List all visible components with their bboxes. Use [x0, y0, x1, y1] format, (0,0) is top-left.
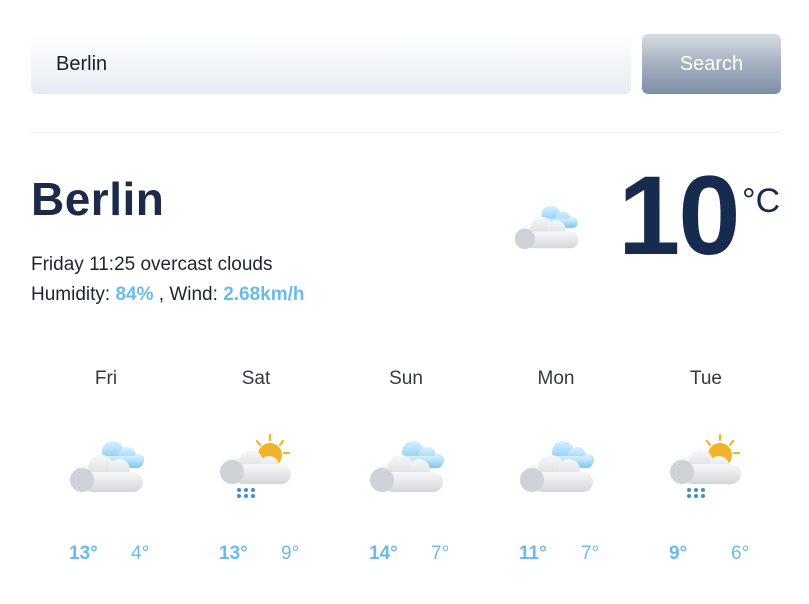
forecast-day-tue: Tue 9° 6° — [631, 366, 781, 586]
forecast-low: 6° — [731, 543, 750, 564]
current-day-time: Friday 11:25 — [31, 254, 136, 275]
forecast-day-mon: Mon 11° 7° — [481, 366, 631, 586]
sun-cloud-rain-icon — [220, 434, 291, 498]
temperature-unit: °C — [742, 182, 781, 220]
search-bar: Search — [31, 34, 781, 94]
forecast-high: 13° — [69, 543, 98, 564]
city-name: Berlin — [31, 173, 165, 225]
forecast-day-label: Fri — [94, 368, 118, 389]
humidity-label: Humidity: — [31, 284, 111, 305]
forecast-high: 13° — [219, 543, 248, 564]
clouds-icon — [520, 441, 594, 492]
forecast-high: 11° — [519, 543, 547, 564]
current-stats: Humidity: 84% , Wind: 2.68km/h — [31, 284, 305, 306]
overcast-clouds-icon — [514, 205, 579, 250]
humidity-value: 84% — [115, 284, 154, 305]
forecast-day-label: Sat — [241, 368, 271, 389]
forecast-day-fri: Fri 13° 4° — [31, 366, 181, 586]
forecast-day-label: Tue — [689, 368, 723, 389]
city-search-input[interactable] — [31, 34, 631, 94]
forecast-day-sun: Sun 14° 7° — [331, 366, 481, 586]
forecast-high: 14° — [369, 543, 398, 564]
clouds-icon — [370, 441, 444, 492]
forecast-list: Fri 13° 4° Sat 13° 9° Sun 14° 7° Mon 11°… — [31, 366, 781, 586]
forecast-low: 7° — [431, 543, 450, 564]
forecast-low: 7° — [581, 543, 600, 564]
wind-value: 2.68km/h — [223, 284, 305, 305]
divider — [31, 132, 781, 133]
sun-cloud-rain-icon — [670, 434, 741, 498]
current-condition: overcast clouds — [140, 254, 273, 275]
forecast-low: 4° — [131, 543, 150, 564]
forecast-day-label: Mon — [537, 368, 575, 389]
wind-label: , Wind: — [158, 284, 218, 305]
weather-app: Search Berlin Friday 11:25 overcast clou… — [0, 0, 809, 604]
forecast-day-label: Sun — [389, 368, 423, 389]
forecast-low: 9° — [281, 543, 300, 564]
forecast-day-sat: Sat 13° 9° — [181, 366, 331, 586]
clouds-icon — [70, 441, 144, 492]
search-button[interactable]: Search — [642, 34, 781, 94]
forecast-high: 9° — [669, 543, 688, 564]
current-temperature: 10 — [618, 153, 741, 278]
current-description: Friday 11:25 overcast clouds — [31, 254, 273, 276]
